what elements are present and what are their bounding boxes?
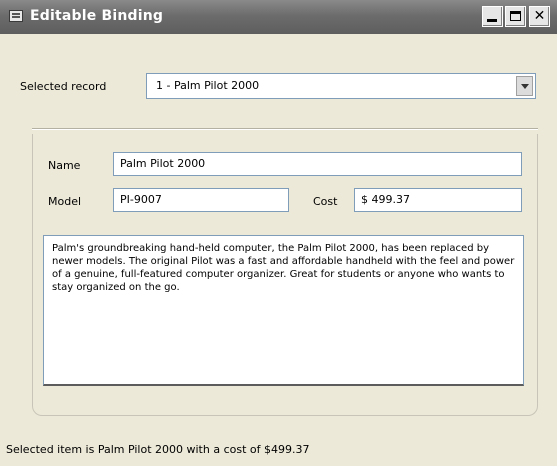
window-title: Editable Binding [30, 8, 164, 24]
cost-field[interactable]: $ 499.37 [354, 188, 522, 212]
model-field[interactable]: PI-9007 [113, 188, 289, 212]
divider [32, 128, 538, 130]
minimize-button[interactable] [482, 6, 503, 27]
selected-record-label: Selected record [20, 80, 107, 93]
application-window: Editable Binding ✕ Selected record 1 - P… [0, 0, 557, 466]
description-textarea[interactable]: Palm's groundbreaking hand-held computer… [43, 235, 524, 386]
model-label: Model [48, 195, 82, 208]
chevron-down-icon[interactable] [516, 76, 533, 96]
record-select-value: 1 - Palm Pilot 2000 [156, 79, 260, 92]
status-text: Selected item is Palm Pilot 2000 with a … [6, 443, 310, 456]
name-label: Name [48, 159, 81, 172]
name-field[interactable]: Palm Pilot 2000 [113, 152, 522, 176]
cost-label: Cost [313, 195, 338, 208]
app-icon [9, 10, 23, 22]
maximize-button[interactable] [505, 6, 526, 27]
maximize-icon [510, 11, 521, 21]
close-icon: ✕ [533, 8, 546, 24]
title-bar[interactable]: Editable Binding ✕ [0, 0, 557, 34]
close-button[interactable]: ✕ [529, 6, 550, 27]
record-select[interactable]: 1 - Palm Pilot 2000 [146, 73, 536, 99]
minimize-icon [487, 19, 497, 22]
